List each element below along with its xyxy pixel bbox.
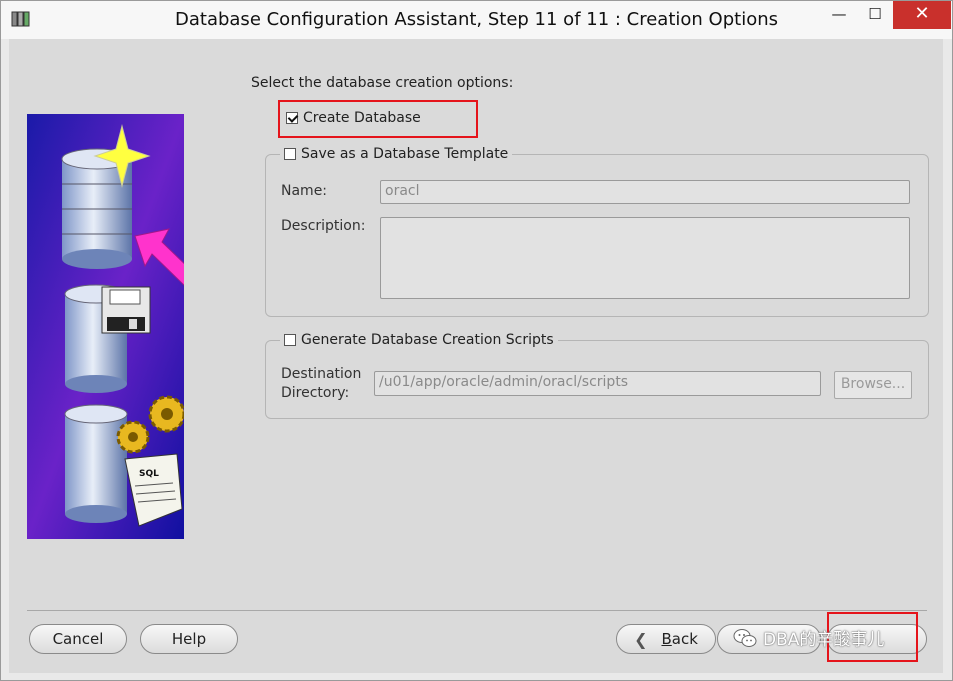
save-template-label: Save as a Database Template [301,146,509,162]
help-button[interactable]: Help [140,624,238,654]
browse-button[interactable]: Browse... [834,371,912,399]
minimize-button[interactable]: — [821,1,857,29]
template-name-label: Name: [281,183,328,199]
destination-label-line2: Directory: [281,385,350,401]
back-mnemonic: B [661,630,672,648]
generate-scripts-option[interactable]: Generate Database Creation Scripts [280,332,558,348]
template-description-field[interactable] [380,217,910,299]
footer-separator [27,610,927,611]
window-title: Database Configuration Assistant, Step 1… [175,9,778,30]
close-button[interactable]: ✕ [893,1,951,29]
generate-scripts-label: Generate Database Creation Scripts [301,332,554,348]
svg-text:SQL: SQL [139,469,159,479]
maximize-button[interactable]: ☐ [859,1,891,29]
chevron-left-icon: ❮ [634,629,648,649]
back-label-rest: ack [671,630,698,648]
template-description-label: Description: [281,218,366,234]
watermark: DBA的辛酸事儿 [733,625,884,650]
dbca-window: Database Configuration Assistant, Step 1… [0,0,953,681]
template-name-field[interactable]: oracl [380,180,910,204]
wizard-illustration: SQL [27,114,184,539]
create-database-highlight [278,100,478,138]
title-bar: Database Configuration Assistant, Step 1… [1,1,952,39]
creation-options-prompt: Select the database creation options: [251,75,514,91]
back-button[interactable]: ❮ Back [616,624,716,654]
watermark-text: DBA的辛酸事儿 [763,630,885,650]
cancel-button[interactable]: Cancel [29,624,127,654]
save-template-option[interactable]: Save as a Database Template [280,146,513,162]
generate-scripts-checkbox[interactable] [284,334,296,346]
destination-label-line1: Destination [281,366,362,382]
save-template-checkbox[interactable] [284,148,296,160]
floppy-disk-icon [101,286,151,334]
destination-directory-field[interactable]: /u01/app/oracle/admin/oracl/scripts [374,371,821,396]
chat-bubbles-icon [733,628,757,647]
